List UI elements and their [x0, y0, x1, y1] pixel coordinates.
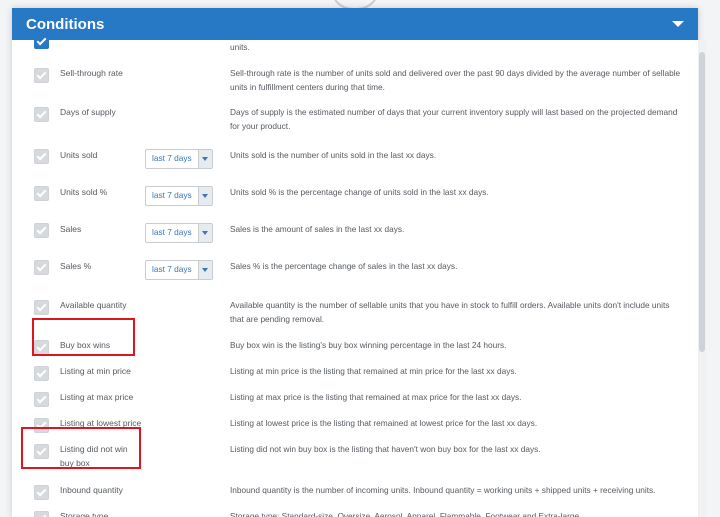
- chevron-down-icon[interactable]: [198, 224, 212, 242]
- chevron-down-icon[interactable]: [198, 261, 212, 279]
- condition-description: Listing at max price is the listing that…: [230, 392, 522, 402]
- condition-label: Sell-through rate: [60, 68, 123, 78]
- period-select-value: last 7 days: [152, 227, 192, 237]
- condition-description: Units sold is the number of units sold i…: [230, 150, 437, 160]
- conditions-title: Conditions: [26, 16, 105, 33]
- condition-description: Listing did not win buy box is the listi…: [230, 444, 541, 454]
- condition-label: Available quantity: [60, 300, 127, 310]
- checkbox[interactable]: [34, 149, 49, 164]
- checkbox[interactable]: [34, 186, 49, 201]
- condition-description: Listing at min price is the listing that…: [230, 366, 517, 376]
- condition-description: Days of supply is the estimated number o…: [230, 107, 678, 131]
- conditions-header[interactable]: Conditions: [12, 8, 698, 40]
- condition-description: units.: [230, 42, 250, 52]
- highlight-box-did-not-win-buy-box: [21, 427, 141, 469]
- condition-label: Days of supply: [60, 107, 116, 117]
- condition-description: Sales is the amount of sales in the last…: [230, 224, 405, 234]
- checkbox[interactable]: [34, 223, 49, 238]
- checkbox[interactable]: [34, 34, 49, 49]
- checkbox[interactable]: [34, 485, 49, 500]
- condition-label: Inbound quantity: [60, 485, 123, 495]
- condition-description: Inbound quantity is the number of incomi…: [230, 485, 656, 495]
- chevron-down-icon[interactable]: [198, 150, 212, 168]
- condition-label: Sales %: [60, 261, 92, 271]
- checkbox[interactable]: [34, 392, 49, 407]
- period-select[interactable]: last 7 days: [145, 186, 213, 206]
- checkbox[interactable]: [34, 260, 49, 275]
- period-select[interactable]: last 7 days: [145, 260, 213, 280]
- period-select[interactable]: last 7 days: [145, 149, 213, 169]
- period-select-value: last 7 days: [152, 153, 192, 163]
- condition-label: Storage type: [60, 511, 109, 517]
- checkbox[interactable]: [34, 366, 49, 381]
- scrollbar-thumb[interactable]: [699, 52, 705, 352]
- condition-description: Units sold % is the percentage change of…: [230, 187, 489, 197]
- period-select-value: last 7 days: [152, 264, 192, 274]
- checkbox[interactable]: [34, 300, 49, 315]
- condition-description: Storage type: Standard-size, Oversize, A…: [230, 511, 582, 517]
- scrollbar[interactable]: [698, 40, 706, 517]
- condition-label: Units sold: [60, 150, 98, 160]
- condition-description: Sell-through rate is the number of units…: [230, 68, 681, 92]
- checkbox[interactable]: [34, 107, 49, 122]
- condition-label: Units sold %: [60, 187, 108, 197]
- highlight-box-buy-box-wins: [32, 318, 135, 356]
- condition-description: Sales % is the percentage change of sale…: [230, 261, 458, 271]
- chevron-down-icon[interactable]: [672, 21, 684, 27]
- checkbox[interactable]: [34, 68, 49, 83]
- condition-label: Listing at max price: [60, 392, 134, 402]
- period-select-value: last 7 days: [152, 190, 192, 200]
- condition-description: Available quantity is the number of sell…: [230, 300, 670, 324]
- condition-description: Buy box win is the listing's buy box win…: [230, 340, 507, 350]
- checkbox[interactable]: [34, 511, 49, 517]
- chevron-down-icon[interactable]: [198, 187, 212, 205]
- condition-description: Listing at lowest price is the listing t…: [230, 418, 538, 428]
- condition-label: Listing at min price: [60, 366, 131, 376]
- period-select[interactable]: last 7 days: [145, 223, 213, 243]
- condition-label: Sales: [60, 224, 82, 234]
